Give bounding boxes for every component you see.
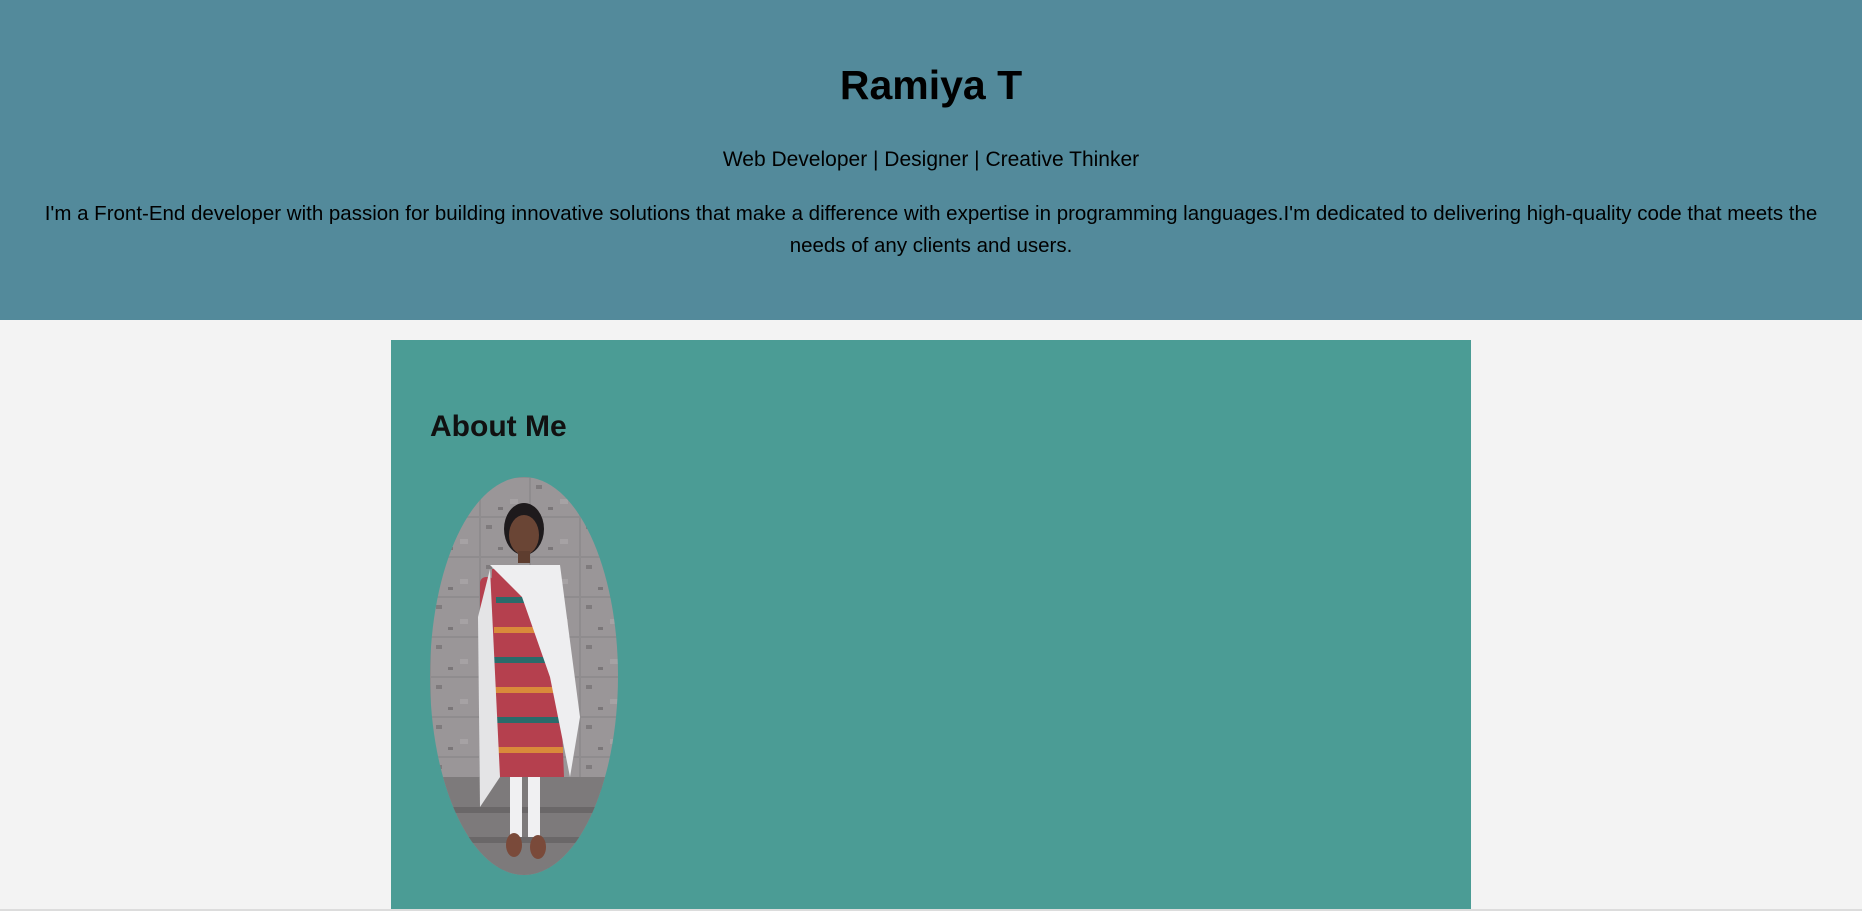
hero-header: Ramiya T Web Developer | Designer | Crea… <box>0 0 1862 320</box>
about-heading: About Me <box>430 410 567 443</box>
profile-photo <box>430 477 618 875</box>
about-section: About Me <box>391 340 1471 911</box>
tagline: Web Developer | Designer | Creative Thin… <box>722 148 1140 171</box>
page-title: Ramiya T <box>839 62 1023 108</box>
bio-text: I'm a Front-End developer with passion f… <box>44 202 1818 257</box>
